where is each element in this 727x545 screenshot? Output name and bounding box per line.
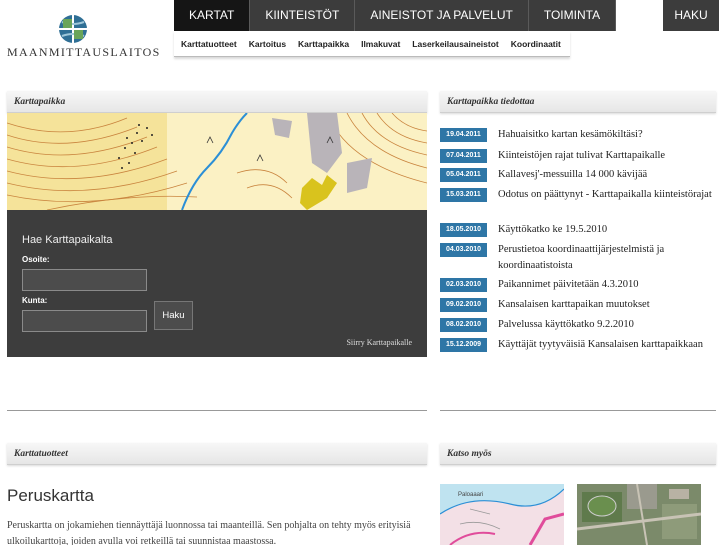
goto-karttapaikka-link[interactable]: Siirry Karttapaikalle <box>346 338 412 347</box>
news-link[interactable]: Paikannimet päivitetään 4.3.2010 <box>498 277 639 293</box>
nav-toiminta[interactable]: TOIMINTA <box>529 0 617 31</box>
news-link[interactable]: Käyttökatko ke 19.5.2010 <box>498 222 607 238</box>
karttapaikka-search-panel: Hae Karttapaikalta Osoite: Kunta: Haku S… <box>7 210 427 357</box>
news-date: 05.04.2011 <box>440 168 487 182</box>
news-link[interactable]: Kallavesj'-messuilla 14 000 kävijää <box>498 167 647 183</box>
peruskartta-description: Peruskartta on jokamiehen tiennäyttäjä l… <box>7 520 411 545</box>
map-thumbnail-image: Paloaaari <box>440 484 564 545</box>
news-item[interactable]: 04.03.2010 Perustietoa koordinaattijärje… <box>440 243 716 274</box>
news-item[interactable]: 18.05.2010 Käyttökatko ke 19.5.2010 <box>440 223 716 238</box>
aerial-thumbnail[interactable] <box>577 484 701 545</box>
municipality-label: Kunta: <box>22 296 48 305</box>
search-submit-button[interactable]: Haku <box>154 301 193 330</box>
news-date: 19.04.2011 <box>440 128 487 142</box>
news-link[interactable]: Kiinteistöjen rajat tulivat Karttapaikal… <box>498 148 665 164</box>
news-link[interactable]: Hahuaisitko kartan kesämökiltäsi? <box>498 127 643 143</box>
news-date: 08.02.2010 <box>440 318 487 332</box>
map-illustration <box>7 113 427 210</box>
address-input[interactable] <box>22 269 147 291</box>
municipality-input[interactable] <box>22 310 147 332</box>
nav-aineistot[interactable]: AINEISTOT JA PALVELUT <box>355 0 529 31</box>
nav-kartat[interactable]: KARTAT <box>174 0 251 31</box>
news-link[interactable]: Käyttäjät tyytyväisiä Kansalaisen kartta… <box>498 337 703 353</box>
subnav-ilmakuvat[interactable]: Ilmakuvat <box>361 39 400 49</box>
karttapaikka-section-title: Karttapaikka <box>7 91 427 113</box>
news-date: 15.03.2011 <box>440 188 487 202</box>
aerial-thumbnail-image <box>577 484 701 545</box>
nav-kiinteistot[interactable]: KIINTEISTÖT <box>250 0 356 31</box>
news-item[interactable]: 05.04.2011 Kallavesj'-messuilla 14 000 k… <box>440 168 716 183</box>
news-item[interactable]: 02.03.2010 Paikannimet päivitetään 4.3.2… <box>440 278 716 293</box>
map-banner-image[interactable] <box>7 113 427 210</box>
news-date: 15.12.2009 <box>440 338 487 352</box>
search-button-top[interactable]: HAKU <box>663 0 719 31</box>
news-date: 04.03.2010 <box>440 243 487 257</box>
main-nav: KARTAT KIINTEISTÖT AINEISTOT JA PALVELUT… <box>174 0 617 31</box>
map-thumbnail-label: Paloaaari <box>458 492 483 498</box>
news-item[interactable]: 15.12.2009 Käyttäjät tyytyväisiä Kansala… <box>440 338 716 353</box>
sub-nav: Karttatuotteet Kartoitus Karttapaikka Il… <box>174 31 570 57</box>
news-link[interactable]: Palvelussa käyttökatko 9.2.2010 <box>498 317 634 333</box>
subnav-laserkeilaus[interactable]: Laserkeilausaineistot <box>412 39 498 49</box>
news-section-title: Karttapaikka tiedottaa <box>440 91 716 113</box>
news-item[interactable]: 07.04.2011 Kiinteistöjen rajat tulivat K… <box>440 149 716 164</box>
news-item[interactable]: 19.04.2011 Hahuaisitko kartan kesämökilt… <box>440 128 716 143</box>
katso-myos-section-title: Katso myös <box>440 443 716 465</box>
news-date: 07.04.2011 <box>440 149 487 163</box>
news-date: 18.05.2010 <box>440 223 487 237</box>
karttatuotteet-section-title: Karttatuotteet <box>7 443 427 465</box>
news-date: 09.02.2010 <box>440 298 487 312</box>
logo-emblem-icon <box>59 15 87 43</box>
address-label: Osoite: <box>22 255 50 264</box>
search-panel-title: Hae Karttapaikalta <box>22 234 113 246</box>
news-link[interactable]: Kansalaisen karttapaikan muutokset <box>498 297 650 313</box>
subnav-karttatuotteet[interactable]: Karttatuotteet <box>181 39 237 49</box>
divider-right <box>440 410 716 411</box>
map-thumbnail[interactable]: Paloaaari <box>440 484 564 545</box>
subnav-kartoitus[interactable]: Kartoitus <box>249 39 286 49</box>
divider-left <box>7 410 427 411</box>
logo-text: MAANMITTAUSLAITOS <box>7 45 161 59</box>
news-item[interactable]: 09.02.2010 Kansalaisen karttapaikan muut… <box>440 298 716 313</box>
peruskartta-heading[interactable]: Peruskartta <box>7 486 94 506</box>
subnav-karttapaikka[interactable]: Karttapaikka <box>298 39 349 49</box>
logo[interactable]: MAANMITTAUSLAITOS <box>7 14 161 59</box>
news-link[interactable]: Odotus on päättynyt - Karttapaikalla kii… <box>498 187 712 203</box>
news-link[interactable]: Perustietoa koordinaattijärjestelmistä j… <box>498 242 716 274</box>
news-item[interactable]: 15.03.2011 Odotus on päättynyt - Karttap… <box>440 188 716 203</box>
news-item[interactable]: 08.02.2010 Palvelussa käyttökatko 9.2.20… <box>440 318 716 333</box>
news-date: 02.03.2010 <box>440 278 487 292</box>
subnav-koordinaatit[interactable]: Koordinaatit <box>511 39 561 49</box>
